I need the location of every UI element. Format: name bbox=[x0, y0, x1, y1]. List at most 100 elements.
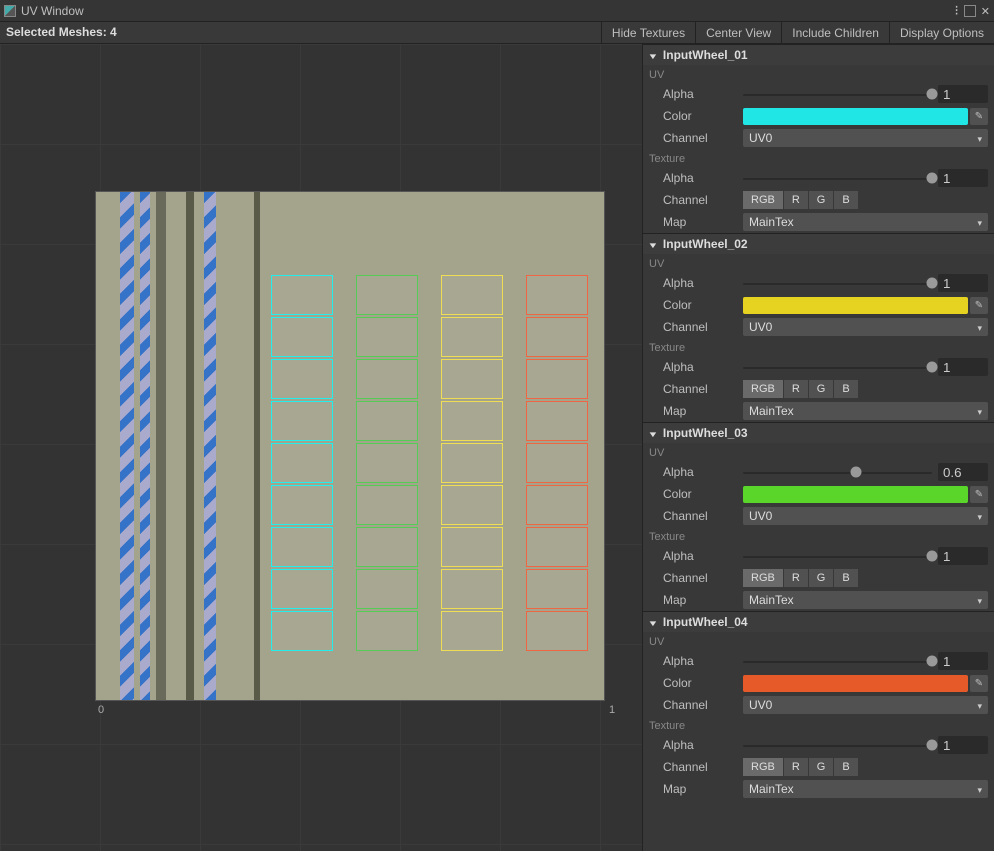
mesh-name: InputWheel_03 bbox=[663, 426, 748, 440]
uv-alpha-field[interactable] bbox=[938, 274, 988, 292]
texture-subheader: Texture bbox=[643, 338, 994, 356]
b-button[interactable]: B bbox=[834, 191, 857, 209]
alpha-label: Alpha bbox=[663, 87, 743, 101]
uv-color-swatch[interactable] bbox=[743, 297, 968, 314]
tex-map-dropdown[interactable]: MainTex bbox=[743, 402, 988, 420]
axis-one-label: 1 bbox=[609, 704, 615, 716]
uv-wireframe-green bbox=[351, 275, 423, 675]
texture-subheader: Texture bbox=[643, 716, 994, 734]
uv-alpha-field[interactable] bbox=[938, 85, 988, 103]
texture-stripe bbox=[254, 192, 260, 700]
channel-label: Channel bbox=[663, 571, 743, 585]
map-label: Map bbox=[663, 404, 743, 418]
r-button[interactable]: R bbox=[784, 191, 809, 209]
close-icon[interactable] bbox=[981, 4, 990, 18]
uv-texture-square bbox=[95, 191, 605, 701]
map-label: Map bbox=[663, 782, 743, 796]
map-label: Map bbox=[663, 593, 743, 607]
foldout-icon[interactable] bbox=[649, 426, 657, 440]
foldout-icon[interactable] bbox=[649, 615, 657, 629]
g-button[interactable]: G bbox=[809, 569, 835, 587]
color-label: Color bbox=[663, 487, 743, 501]
r-button[interactable]: R bbox=[784, 758, 809, 776]
toolbar: Selected Meshes: 4 Hide Textures Center … bbox=[0, 22, 994, 44]
uv-viewport[interactable]: 0 1 bbox=[0, 44, 642, 851]
tex-alpha-field[interactable] bbox=[938, 736, 988, 754]
texture-stripe bbox=[140, 192, 150, 700]
tex-alpha-slider[interactable] bbox=[743, 356, 932, 378]
channel-label: Channel bbox=[663, 698, 743, 712]
texture-subheader: Texture bbox=[643, 149, 994, 167]
tex-alpha-field[interactable] bbox=[938, 547, 988, 565]
eyedropper-icon[interactable]: ✎ bbox=[970, 675, 988, 692]
g-button[interactable]: G bbox=[809, 758, 835, 776]
mesh-header[interactable]: InputWheel_04 bbox=[643, 611, 994, 632]
tex-alpha-slider[interactable] bbox=[743, 545, 932, 567]
mesh-name: InputWheel_04 bbox=[663, 615, 748, 629]
tex-alpha-field[interactable] bbox=[938, 358, 988, 376]
foldout-icon[interactable] bbox=[649, 237, 657, 251]
b-button[interactable]: B bbox=[834, 380, 857, 398]
menu-icon[interactable] bbox=[954, 2, 958, 19]
uv-color-swatch[interactable] bbox=[743, 486, 968, 503]
b-button[interactable]: B bbox=[834, 758, 857, 776]
tex-alpha-slider[interactable] bbox=[743, 167, 932, 189]
uv-window-icon bbox=[4, 5, 16, 17]
mesh-header[interactable]: InputWheel_03 bbox=[643, 422, 994, 443]
uv-subheader: UV bbox=[643, 443, 994, 461]
color-label: Color bbox=[663, 298, 743, 312]
rgb-button[interactable]: RGB bbox=[743, 758, 784, 776]
uv-alpha-slider[interactable] bbox=[743, 272, 932, 294]
tex-map-dropdown[interactable]: MainTex bbox=[743, 780, 988, 798]
alpha-label: Alpha bbox=[663, 738, 743, 752]
channel-label: Channel bbox=[663, 760, 743, 774]
uv-alpha-field[interactable] bbox=[938, 463, 988, 481]
tex-alpha-slider[interactable] bbox=[743, 734, 932, 756]
g-button[interactable]: G bbox=[809, 380, 835, 398]
uv-color-swatch[interactable] bbox=[743, 675, 968, 692]
center-view-button[interactable]: Center View bbox=[695, 22, 781, 43]
uv-color-swatch[interactable] bbox=[743, 108, 968, 125]
uv-channel-dropdown[interactable]: UV0 bbox=[743, 696, 988, 714]
include-children-button[interactable]: Include Children bbox=[781, 22, 889, 43]
uv-channel-dropdown[interactable]: UV0 bbox=[743, 507, 988, 525]
map-label: Map bbox=[663, 215, 743, 229]
g-button[interactable]: G bbox=[809, 191, 835, 209]
rgb-button[interactable]: RGB bbox=[743, 191, 784, 209]
color-label: Color bbox=[663, 676, 743, 690]
uv-channel-dropdown[interactable]: UV0 bbox=[743, 129, 988, 147]
eyedropper-icon[interactable]: ✎ bbox=[970, 108, 988, 125]
eyedropper-icon[interactable]: ✎ bbox=[970, 486, 988, 503]
tex-alpha-field[interactable] bbox=[938, 169, 988, 187]
uv-alpha-slider[interactable] bbox=[743, 83, 932, 105]
channel-label: Channel bbox=[663, 382, 743, 396]
mesh-header[interactable]: InputWheel_01 bbox=[643, 44, 994, 65]
hide-textures-button[interactable]: Hide Textures bbox=[601, 22, 695, 43]
foldout-icon[interactable] bbox=[649, 48, 657, 62]
uv-alpha-slider[interactable] bbox=[743, 461, 932, 483]
texture-stripe bbox=[186, 192, 194, 700]
rgb-button[interactable]: RGB bbox=[743, 569, 784, 587]
uv-alpha-field[interactable] bbox=[938, 652, 988, 670]
mesh-header[interactable]: InputWheel_02 bbox=[643, 233, 994, 254]
tex-channel-buttons: RGB R G B bbox=[743, 380, 858, 398]
uv-subheader: UV bbox=[643, 254, 994, 272]
alpha-label: Alpha bbox=[663, 360, 743, 374]
display-options-button[interactable]: Display Options bbox=[889, 22, 994, 43]
r-button[interactable]: R bbox=[784, 380, 809, 398]
channel-label: Channel bbox=[663, 193, 743, 207]
uv-channel-dropdown[interactable]: UV0 bbox=[743, 318, 988, 336]
b-button[interactable]: B bbox=[834, 569, 857, 587]
tex-channel-buttons: RGB R G B bbox=[743, 191, 858, 209]
eyedropper-icon[interactable]: ✎ bbox=[970, 297, 988, 314]
uv-alpha-slider[interactable] bbox=[743, 650, 932, 672]
tex-channel-buttons: RGB R G B bbox=[743, 758, 858, 776]
tex-map-dropdown[interactable]: MainTex bbox=[743, 591, 988, 609]
texture-subheader: Texture bbox=[643, 527, 994, 545]
r-button[interactable]: R bbox=[784, 569, 809, 587]
rgb-button[interactable]: RGB bbox=[743, 380, 784, 398]
uv-subheader: UV bbox=[643, 65, 994, 83]
uv-wireframe-red bbox=[521, 275, 593, 675]
tex-map-dropdown[interactable]: MainTex bbox=[743, 213, 988, 231]
maximize-icon[interactable] bbox=[964, 5, 976, 17]
